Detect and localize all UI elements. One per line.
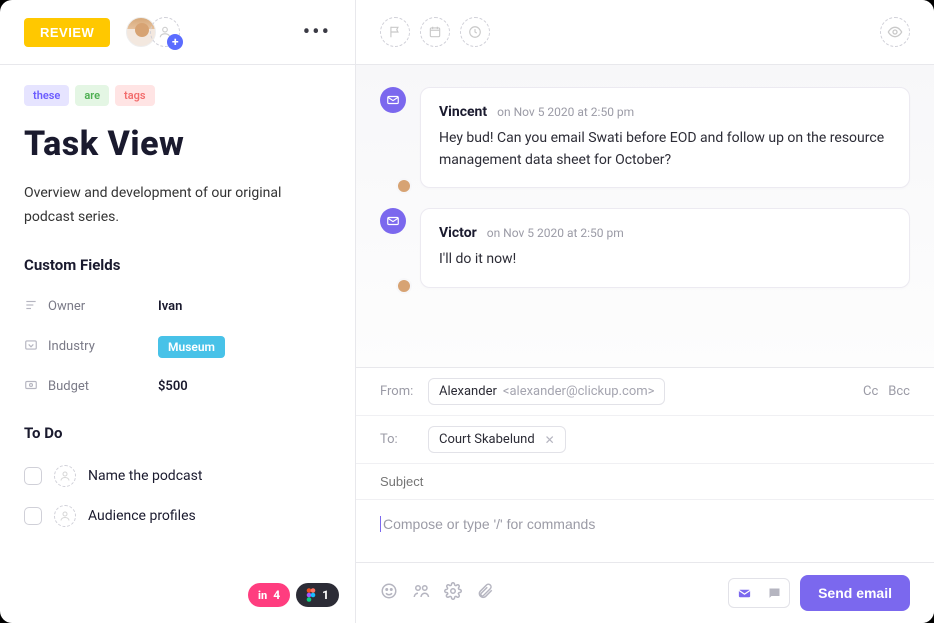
todo-heading: To Do	[24, 424, 331, 442]
invision-icon: in	[258, 589, 267, 602]
compose-footer: Send email	[356, 562, 934, 623]
bcc-button[interactable]: Bcc	[888, 384, 910, 399]
custom-field-label: Owner	[48, 299, 158, 314]
task-description[interactable]: Overview and development of our original…	[24, 182, 284, 230]
compose-area: From: Alexander <alexander@clickup.com> …	[356, 367, 934, 623]
emoji-icon[interactable]	[380, 582, 398, 604]
review-status-button[interactable]: REVIEW	[24, 18, 110, 47]
right-header	[356, 0, 934, 65]
left-body: these are tags Task View Overview and de…	[0, 65, 355, 623]
message-author: Vincent	[439, 104, 487, 120]
subject-input[interactable]	[380, 474, 910, 489]
from-name: Alexander	[439, 384, 497, 399]
more-menu-button[interactable]: •••	[303, 20, 331, 45]
compose-body-row	[356, 499, 934, 562]
cc-button[interactable]: Cc	[863, 384, 878, 399]
left-footer-chips: in 4 1	[248, 583, 339, 607]
mail-icon	[380, 208, 406, 234]
todo-assignee-button[interactable]	[54, 465, 76, 487]
figma-chip[interactable]: 1	[296, 583, 339, 607]
figma-icon	[306, 588, 316, 602]
left-panel: REVIEW + ••• these are tags Task View Ov…	[0, 0, 356, 623]
time-button[interactable]	[460, 17, 490, 47]
settings-icon[interactable]	[444, 582, 462, 604]
tag[interactable]: tags	[115, 85, 155, 106]
todo-label[interactable]: Name the podcast	[88, 468, 202, 484]
remove-recipient-icon[interactable]: ✕	[545, 433, 555, 447]
send-email-button[interactable]: Send email	[800, 575, 910, 611]
to-name: Court Skabelund	[439, 432, 535, 447]
left-header: REVIEW + •••	[0, 0, 355, 65]
todo-checkbox[interactable]	[24, 507, 42, 525]
mention-icon[interactable]	[412, 582, 430, 604]
message-thread: Vincent on Nov 5 2020 at 2:50 pm Hey bud…	[356, 65, 934, 367]
add-assignee-button[interactable]: +	[150, 17, 180, 47]
money-field-icon	[24, 378, 48, 396]
dropdown-field-icon	[24, 338, 48, 356]
message-time: on Nov 5 2020 at 2:50 pm	[487, 226, 624, 240]
custom-field-value[interactable]: $500	[158, 379, 188, 394]
compose-from-row: From: Alexander <alexander@clickup.com> …	[356, 368, 934, 415]
app-window: REVIEW + ••• these are tags Task View Ov…	[0, 0, 934, 623]
invision-count: 4	[273, 588, 280, 602]
from-email: <alexander@clickup.com>	[503, 384, 655, 399]
todo-label[interactable]: Audience profiles	[88, 508, 196, 524]
message-body: I'll do it now!	[439, 249, 891, 271]
user-avatar-icon	[396, 278, 412, 294]
todo-assignee-button[interactable]	[54, 505, 76, 527]
custom-field-label: Industry	[48, 339, 158, 354]
text-cursor-icon	[380, 516, 381, 532]
text-field-icon	[24, 298, 48, 316]
flag-button[interactable]	[380, 17, 410, 47]
comment-mode-button[interactable]	[759, 579, 789, 607]
custom-field-row: Industry Museum	[24, 326, 331, 368]
message-bubble[interactable]: Vincent on Nov 5 2020 at 2:50 pm Hey bud…	[420, 87, 910, 188]
assignee-avatars: +	[126, 17, 180, 47]
task-title[interactable]: Task View	[24, 124, 331, 164]
compose-to-row: To: Court Skabelund ✕	[356, 415, 934, 463]
custom-field-row: Budget $500	[24, 368, 331, 406]
from-label: From:	[380, 384, 428, 399]
todo-item: Audience profiles	[24, 496, 331, 536]
to-label: To:	[380, 432, 428, 447]
invision-chip[interactable]: in 4	[248, 583, 290, 607]
message-time: on Nov 5 2020 at 2:50 pm	[497, 105, 634, 119]
custom-field-value[interactable]: Ivan	[158, 299, 182, 314]
tag[interactable]: these	[24, 85, 69, 106]
message-body: Hey bud! Can you email Swati before EOD …	[439, 128, 891, 171]
custom-fields-heading: Custom Fields	[24, 256, 331, 274]
message-bubble[interactable]: Victor on Nov 5 2020 at 2:50 pm I'll do …	[420, 208, 910, 288]
message: Vincent on Nov 5 2020 at 2:50 pm Hey bud…	[380, 87, 910, 188]
to-pill[interactable]: Court Skabelund ✕	[428, 426, 566, 453]
plus-badge-icon: +	[167, 34, 183, 50]
message: Victor on Nov 5 2020 at 2:50 pm I'll do …	[380, 208, 910, 288]
body-input[interactable]	[383, 516, 910, 532]
message-avatar	[380, 208, 406, 288]
from-pill[interactable]: Alexander <alexander@clickup.com>	[428, 378, 665, 405]
user-avatar-icon	[396, 178, 412, 194]
right-panel: Vincent on Nov 5 2020 at 2:50 pm Hey bud…	[356, 0, 934, 623]
watch-button[interactable]	[880, 17, 910, 47]
attachment-icon[interactable]	[476, 582, 494, 604]
custom-field-row: Owner Ivan	[24, 288, 331, 326]
mail-icon	[380, 87, 406, 113]
date-button[interactable]	[420, 17, 450, 47]
compose-subject-row	[356, 463, 934, 499]
reply-mode-toggle	[728, 578, 790, 608]
tag-list: these are tags	[24, 85, 331, 106]
custom-field-label: Budget	[48, 379, 158, 394]
todo-checkbox[interactable]	[24, 467, 42, 485]
todo-item: Name the podcast	[24, 456, 331, 496]
tag[interactable]: are	[75, 85, 109, 106]
email-mode-button[interactable]	[729, 579, 759, 607]
figma-count: 1	[322, 588, 329, 602]
custom-field-value[interactable]: Museum	[158, 336, 225, 358]
message-author: Victor	[439, 225, 477, 241]
message-avatar	[380, 87, 406, 188]
